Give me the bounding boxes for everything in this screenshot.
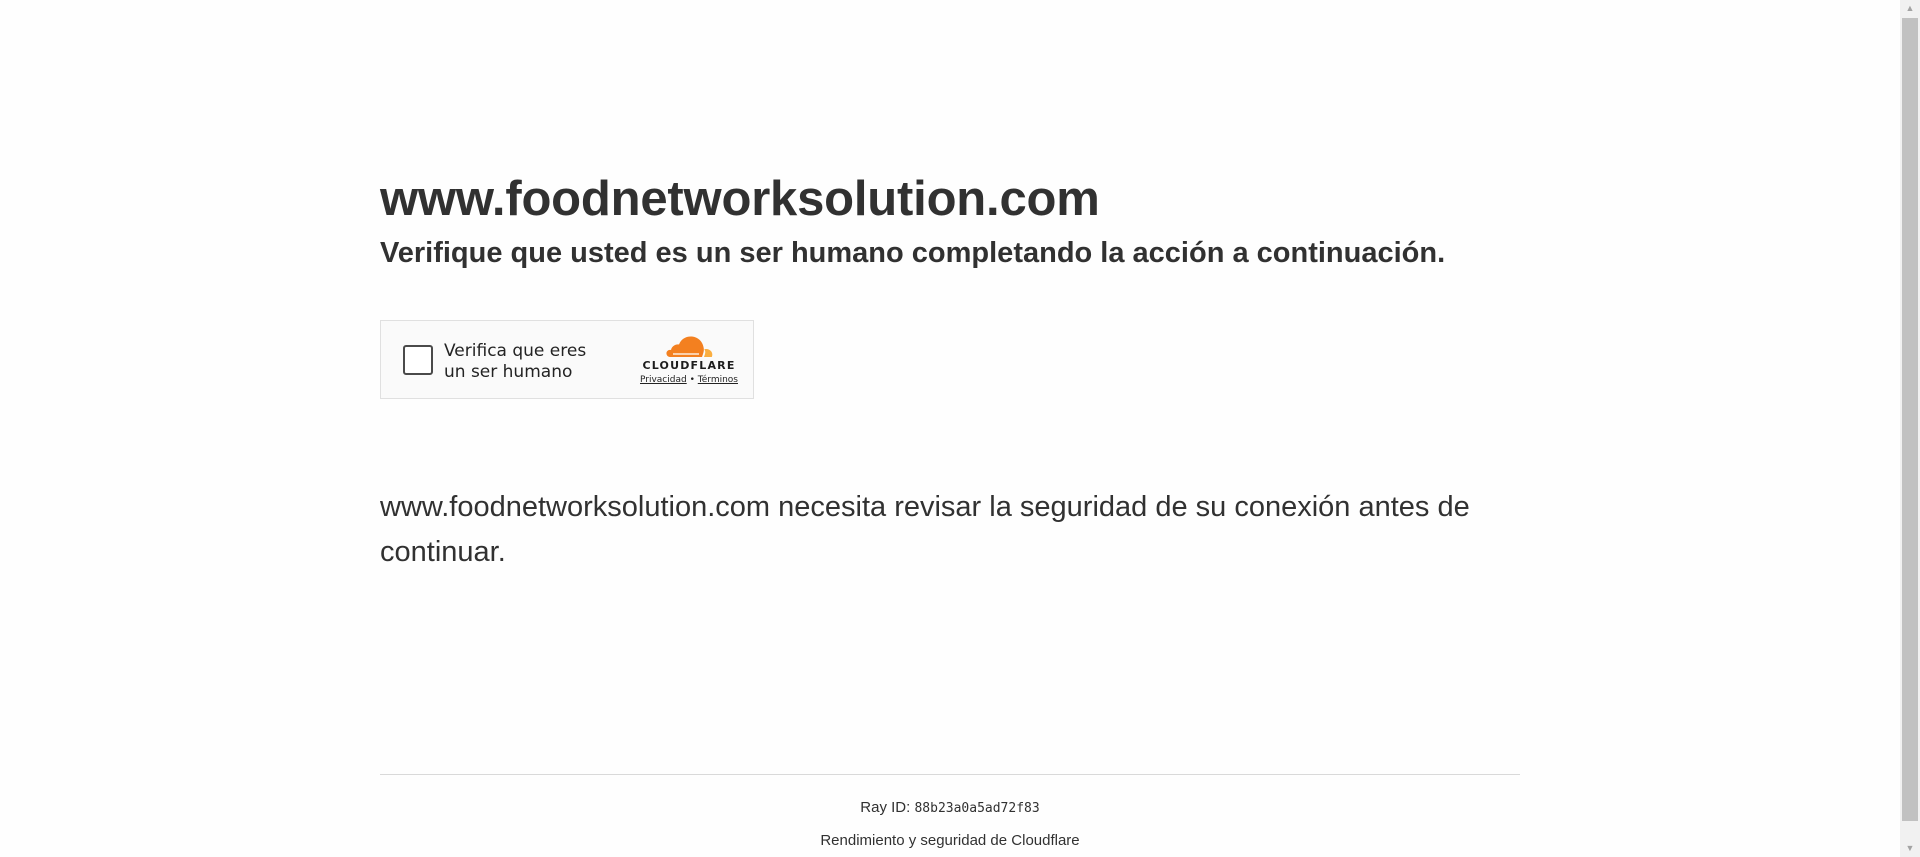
security-check-message: www.foodnetworksolution.com necesita rev…: [380, 491, 1470, 568]
footer: Ray ID: 88b23a0a5ad72f83 Rendimiento y s…: [380, 774, 1520, 849]
cloudflare-wordmark: CLOUDFLARE: [642, 359, 736, 372]
privacy-link[interactable]: Privacidad: [640, 375, 687, 385]
widget-links: Privacidad • Términos: [639, 375, 739, 385]
scrollbar-thumb[interactable]: [1902, 18, 1918, 821]
cloudflare-cloud-icon: [666, 336, 713, 357]
ray-id-line: Ray ID: 88b23a0a5ad72f83: [380, 799, 1520, 816]
main-content: www.foodnetworksolution.com Verifique qu…: [380, 165, 1520, 568]
arrow-up-icon[interactable]: ▲: [1900, 0, 1920, 17]
terms-link[interactable]: Términos: [698, 375, 738, 385]
turnstile-widget: Verifica que eres un ser humano CLOUDFLA…: [380, 320, 754, 399]
link-separator: •: [689, 375, 695, 385]
ray-id-value: 88b23a0a5ad72f83: [914, 801, 1040, 816]
ray-id-label: Ray ID:: [860, 799, 911, 816]
vertical-scrollbar[interactable]: ▲ ▼: [1900, 0, 1920, 857]
arrow-down-icon[interactable]: ▼: [1900, 840, 1920, 857]
human-verification-checkbox[interactable]: [403, 345, 433, 375]
performance-security-text: Rendimiento y seguridad de Cloudflare: [820, 832, 1080, 849]
checkbox-label-line1: Verifica que eres: [444, 341, 587, 361]
verification-instruction: Verifique que usted es un ser humano com…: [380, 237, 1446, 269]
checkbox-label[interactable]: Verifica que eres un ser humano: [444, 341, 604, 383]
checkbox-label-line2: un ser humano: [444, 362, 573, 382]
cloudflare-branding: CLOUDFLARE Privacidad • Términos: [639, 335, 739, 385]
site-title: www.foodnetworksolution.com: [380, 172, 1100, 226]
page: www.foodnetworksolution.com Verifique qu…: [0, 0, 1900, 857]
